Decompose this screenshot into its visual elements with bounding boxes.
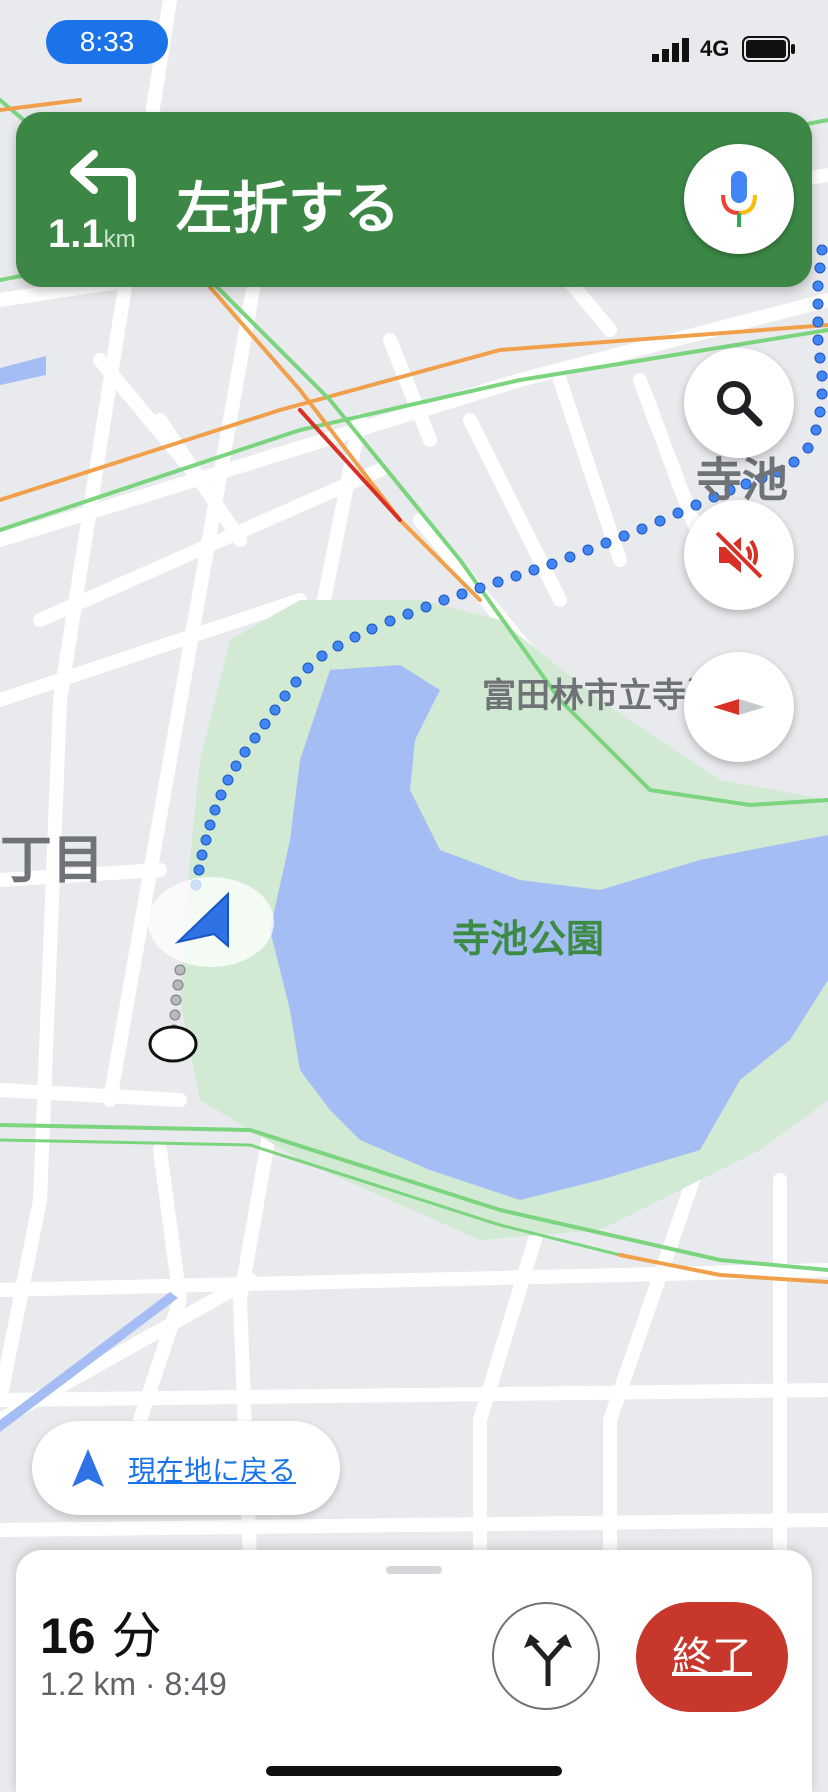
alternate-routes-icon xyxy=(524,1634,572,1686)
turn-instruction-text: 左折する xyxy=(176,177,400,242)
mute-button[interactable] xyxy=(684,500,794,610)
exit-navigation-button[interactable]: 終了 xyxy=(636,1602,788,1712)
trip-distance-arrival: 1.2 km · 8:49 xyxy=(40,1666,227,1702)
current-location-arrow-icon xyxy=(148,877,274,967)
turn-distance-unit: km xyxy=(103,226,136,253)
microphone-icon xyxy=(721,171,757,227)
voice-search-button[interactable] xyxy=(684,144,794,254)
signal-icon xyxy=(652,38,689,62)
trip-summary-sheet[interactable]: 16 分 1.2 km · 8:49 終了 xyxy=(16,1550,812,1792)
home-indicator xyxy=(266,1766,562,1776)
search-button[interactable] xyxy=(684,348,794,458)
sheet-drag-handle[interactable] xyxy=(386,1566,442,1574)
alternate-routes-button[interactable] xyxy=(492,1602,600,1710)
turn-distance-value: 1.1 xyxy=(48,212,104,256)
district-label-left: 丁目 xyxy=(0,831,105,891)
navigation-arrow-icon xyxy=(72,1449,104,1487)
status-bar: 8:33 4G xyxy=(0,0,828,88)
search-icon xyxy=(717,381,763,427)
remaining-time-value: 16 xyxy=(40,1608,96,1664)
battery-icon xyxy=(742,36,795,62)
remaining-time-unit: 分 xyxy=(111,1607,162,1665)
compass-icon xyxy=(713,699,765,715)
network-type: 4G xyxy=(700,36,730,61)
recenter-button[interactable]: 現在地に戻る xyxy=(32,1421,340,1515)
compass-button[interactable] xyxy=(684,652,794,762)
recenter-label: 現在地に戻る xyxy=(128,1454,297,1487)
turn-distance: 1.1km xyxy=(48,212,136,257)
sound-muted-icon xyxy=(714,530,764,580)
turn-instruction-card[interactable]: 1.1km 左折する xyxy=(16,112,812,287)
park-label: 寺池公園 xyxy=(452,917,605,961)
remaining-time: 16 分 xyxy=(40,1596,162,1668)
status-time: 8:33 xyxy=(46,20,168,64)
turn-left-arrow-icon xyxy=(70,150,136,222)
